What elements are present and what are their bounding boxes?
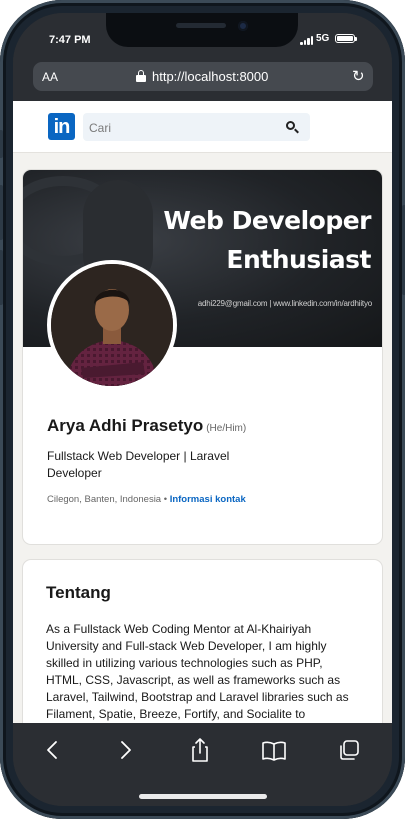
status-bar: 7:47 PM 5G <box>13 13 392 63</box>
banner-title: Web Developer Enthusiast <box>163 201 371 279</box>
profile-name-text: Arya Adhi Prasetyo <box>47 416 204 435</box>
bookmarks-icon[interactable] <box>259 737 289 763</box>
profile-headline: Fullstack Web Developer | Laravel Develo… <box>47 449 230 480</box>
linkedin-header: in <box>13 101 392 153</box>
profile-pronouns: (He/Him) <box>206 423 247 434</box>
network-type: 5G <box>316 33 330 44</box>
notch <box>106 13 298 47</box>
tabs-icon[interactable] <box>335 737 365 763</box>
home-indicator[interactable] <box>139 794 267 799</box>
volume-up-button <box>0 185 3 240</box>
forward-icon[interactable] <box>110 737 140 763</box>
reload-icon[interactable]: ↻ <box>352 67 365 85</box>
profile-name: Arya Adhi Prasetyo (He/Him) <box>47 416 246 436</box>
address-bar[interactable]: AA http://localhost:8000 ↻ <box>33 62 373 91</box>
volume-down-button <box>0 250 3 305</box>
location-separator: • <box>161 494 170 505</box>
linkedin-logo[interactable]: in <box>48 113 75 140</box>
search-icon[interactable] <box>286 121 299 134</box>
speaker <box>176 23 226 28</box>
about-text: As a Fullstack Web Coding Mentor at Al-K… <box>46 622 349 721</box>
phone-frame: 7:47 PM 5G AA http://localhost:8000 ↻ in <box>0 0 405 819</box>
banner-title-line2: Enthusiast <box>226 245 371 274</box>
battery-icon <box>335 34 357 43</box>
front-camera <box>238 21 248 31</box>
signal-icon <box>300 36 313 45</box>
url-text[interactable]: http://localhost:8000 <box>152 69 268 84</box>
mute-switch <box>0 130 3 158</box>
share-icon[interactable] <box>185 737 215 763</box>
web-page: in Web Developer Enthusiast adhi229@gmai… <box>13 101 392 723</box>
status-time: 7:47 PM <box>49 34 91 46</box>
about-card: Tentang As a Fullstack Web Coding Mentor… <box>23 560 382 723</box>
about-title: Tentang <box>46 583 111 602</box>
banner-contact: adhi229@gmail.com | www.linkedin.com/in/… <box>197 299 372 308</box>
profile-location: Cilegon, Banten, Indonesia <box>47 494 162 505</box>
search-box[interactable] <box>83 113 310 141</box>
search-input[interactable] <box>89 119 274 136</box>
back-icon[interactable] <box>38 737 68 763</box>
profile-location-line: Cilegon, Banten, Indonesia • Informasi k… <box>47 492 257 507</box>
profile-card: Web Developer Enthusiast adhi229@gmail.c… <box>23 170 382 544</box>
browser-toolbar <box>13 723 392 806</box>
banner-title-line1: Web Developer <box>163 206 371 235</box>
contact-info-link[interactable]: Informasi kontak <box>170 494 246 505</box>
person-photo-icon <box>51 264 173 386</box>
screen: 7:47 PM 5G AA http://localhost:8000 ↻ in <box>13 13 392 806</box>
avatar[interactable] <box>47 260 177 390</box>
lock-icon <box>136 70 146 82</box>
text-size-button[interactable]: AA <box>42 70 58 84</box>
